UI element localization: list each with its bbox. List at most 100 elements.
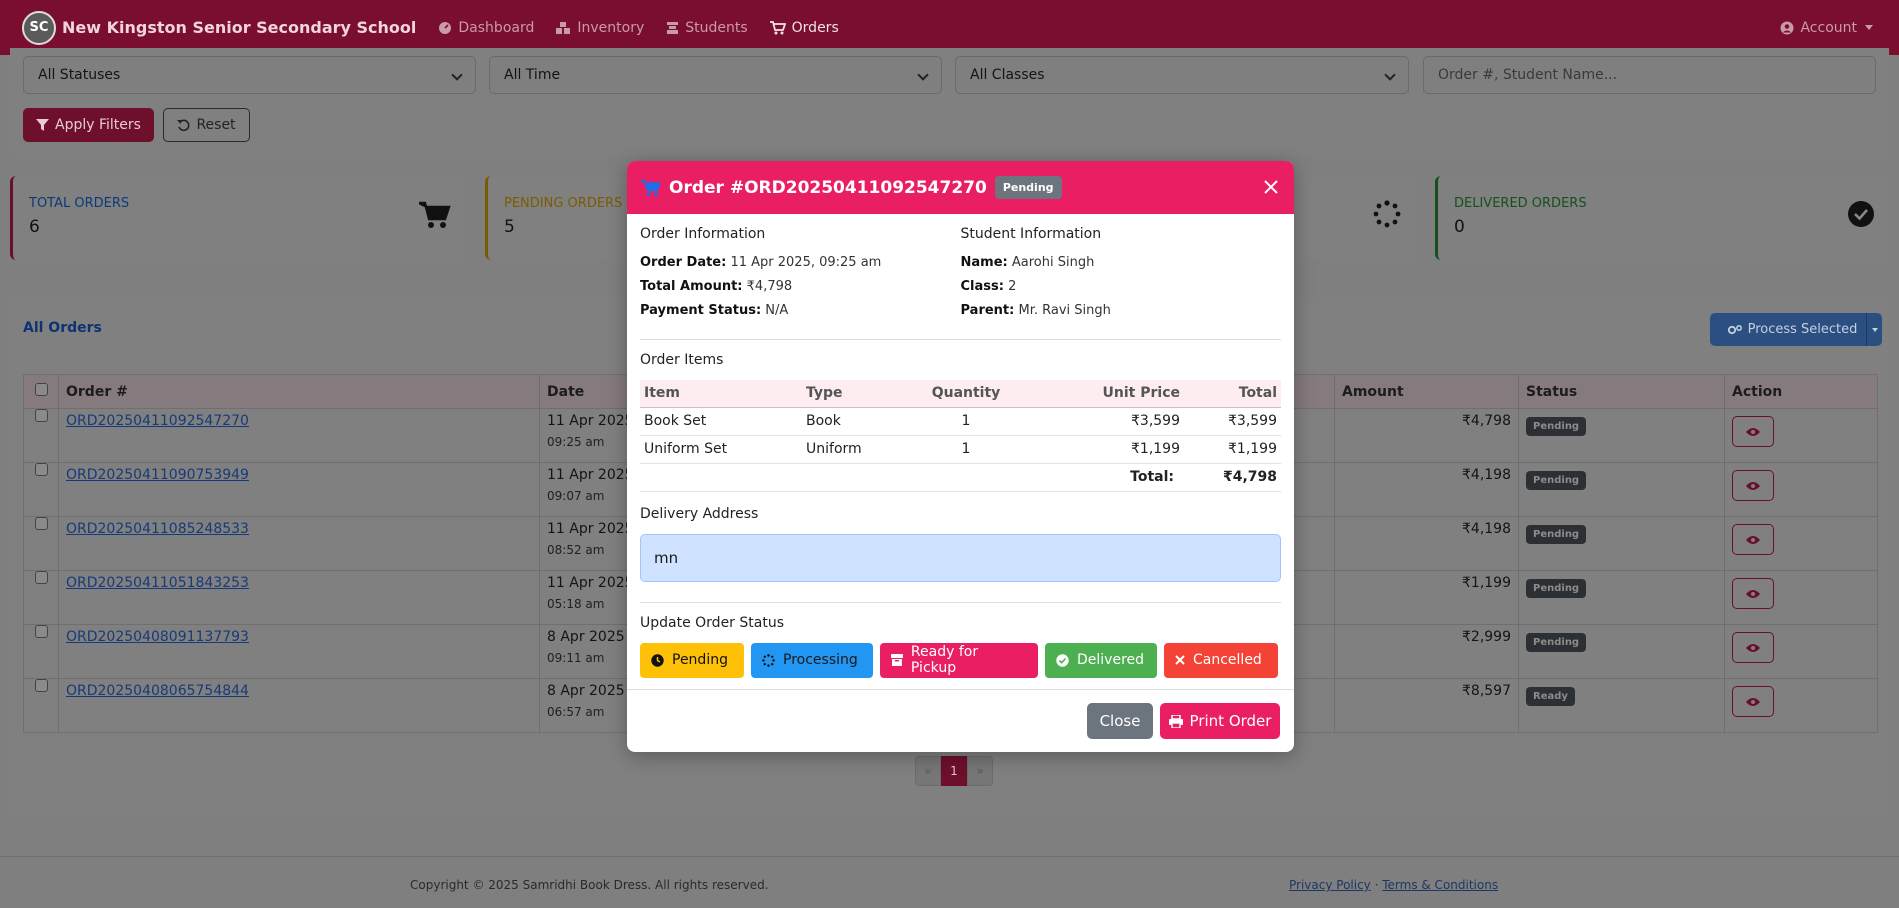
col-unit-price: Unit Price	[1010, 380, 1184, 408]
view-order-button[interactable]	[1732, 632, 1774, 663]
order-cell: ORD20250408091137793	[58, 624, 540, 679]
status-ready-button[interactable]: Ready for Pickup	[880, 642, 1038, 678]
item-unit-price: ₹3,599	[1010, 407, 1184, 436]
view-order-button[interactable]	[1732, 578, 1774, 609]
status-filter-select[interactable]: All Statuses	[23, 56, 476, 94]
row-checkbox[interactable]	[34, 571, 48, 584]
account-label: Account	[1800, 19, 1857, 36]
nav-orders[interactable]: Orders	[769, 20, 839, 36]
row-checkbox[interactable]	[34, 409, 48, 422]
students-icon	[667, 21, 679, 34]
eye-icon	[1746, 697, 1760, 706]
close-button[interactable]: Close	[1087, 703, 1153, 739]
apply-filters-button[interactable]: Apply Filters	[23, 108, 154, 142]
check-circle-icon	[1848, 201, 1874, 227]
order-info-title: Order Information	[640, 226, 766, 242]
nav-students[interactable]: Students	[666, 19, 748, 36]
chevron-down-icon	[1871, 327, 1878, 332]
eye-icon	[1746, 589, 1760, 598]
status-badge: Pending	[1526, 471, 1587, 490]
status-button-group: Pending Processing Ready for Pickup Deli…	[640, 642, 1281, 678]
item-row: Book Set Book 1 ₹3,599 ₹3,599	[640, 407, 1281, 436]
pager-next[interactable]: »	[967, 756, 993, 786]
items-total-row: Total: ₹4,798	[640, 463, 1281, 492]
search-input[interactable]: Order #, Student Name...	[1423, 56, 1876, 94]
order-link[interactable]: ORD20250411085248533	[66, 521, 249, 537]
status-delivered-label: Delivered	[1077, 652, 1145, 668]
undo-icon	[177, 119, 190, 131]
order-details-modal: Order #ORD20250411092547270 Pending Orde…	[627, 161, 1294, 752]
item-type: Book	[802, 407, 922, 436]
row-checkbox[interactable]	[34, 625, 48, 638]
school-logo[interactable]: SC	[22, 10, 56, 45]
select-all-checkbox[interactable]	[34, 383, 48, 396]
status-cancelled-button[interactable]: Cancelled	[1164, 642, 1278, 678]
row-checkbox[interactable]	[34, 517, 48, 530]
divider	[640, 339, 1281, 340]
status-ready-label: Ready for Pickup	[910, 644, 979, 676]
chevron-down-icon	[1384, 69, 1396, 81]
box-icon	[891, 654, 903, 666]
order-items-table: Item Type Quantity Unit Price Total Book…	[640, 380, 1281, 492]
student-info: Student Information Name: Aarohi Singh C…	[961, 226, 1282, 323]
item-total: ₹3,599	[1184, 407, 1281, 436]
view-order-button[interactable]	[1732, 470, 1774, 501]
all-orders-tab[interactable]: All Orders	[23, 320, 102, 336]
order-cell: ORD20250411085248533	[58, 516, 540, 571]
cart-icon	[769, 20, 786, 34]
process-dropdown-toggle[interactable]	[1866, 313, 1882, 346]
nav-students-label: Students	[685, 19, 748, 36]
status-cancelled-label: Cancelled	[1193, 652, 1262, 668]
close-icon[interactable]	[1262, 178, 1280, 196]
nav-dashboard[interactable]: Dashboard	[438, 20, 534, 36]
status-processing-button[interactable]: Processing	[751, 642, 873, 678]
total-value: ₹4,798	[1184, 463, 1281, 492]
time-filter-select[interactable]: All Time	[489, 56, 942, 94]
item-name: Book Set	[640, 407, 802, 436]
student-name-row: Name: Aarohi Singh	[961, 251, 1282, 275]
pager-page-1[interactable]: 1	[941, 756, 967, 786]
privacy-policy-link[interactable]: Privacy Policy	[1289, 878, 1371, 892]
pager-prev[interactable]: «	[915, 756, 941, 786]
order-cell: ORD20250411051843253	[58, 570, 540, 625]
row-checkbox[interactable]	[34, 679, 48, 692]
order-link[interactable]: ORD20250408091137793	[66, 629, 249, 645]
order-link[interactable]: ORD20250411090753949	[66, 467, 249, 483]
order-link[interactable]: ORD20250408065754844	[66, 683, 249, 699]
row-select-cell	[23, 624, 59, 679]
order-cell: ORD20250408065754844	[58, 678, 540, 733]
view-order-button[interactable]	[1732, 416, 1774, 447]
col-quantity: Quantity	[922, 380, 1010, 408]
reset-button[interactable]: Reset	[163, 108, 250, 142]
order-link[interactable]: ORD20250411051843253	[66, 575, 249, 591]
class-filter-select[interactable]: All Classes	[955, 56, 1409, 94]
row-checkbox[interactable]	[34, 463, 48, 476]
col-total: Total	[1184, 380, 1281, 408]
view-order-button[interactable]	[1732, 686, 1774, 717]
order-link[interactable]: ORD20250411092547270	[66, 413, 249, 429]
reset-label: Reset	[196, 117, 236, 133]
pagination: « 1 »	[915, 756, 993, 786]
status-delivered-button[interactable]: Delivered	[1045, 642, 1157, 678]
order-date: 8 Apr 2025	[547, 683, 625, 699]
info-value: 2	[1008, 279, 1017, 294]
amount-cell: ₹4,198	[1334, 462, 1519, 517]
col-order: Order #	[58, 374, 540, 409]
stat-value: 0	[1454, 217, 1465, 237]
status-processing-label: Processing	[783, 652, 858, 668]
filter-card: All Statuses All Time All Classes Order …	[10, 48, 1889, 156]
print-order-button[interactable]: Print Order	[1160, 703, 1280, 739]
brand-name[interactable]: New Kingston Senior Secondary School	[62, 18, 416, 37]
parent-row: Parent: Mr. Ravi Singh	[961, 299, 1282, 323]
order-items-title: Order Items	[640, 352, 724, 368]
view-order-button[interactable]	[1732, 524, 1774, 555]
check-circle-icon	[1056, 653, 1069, 667]
terms-link[interactable]: Terms & Conditions	[1382, 878, 1498, 892]
status-badge: Pending	[1526, 417, 1587, 436]
process-selected-button[interactable]: Process Selected	[1710, 313, 1875, 346]
items-header-row: Item Type Quantity Unit Price Total	[640, 380, 1281, 408]
col-type: Type	[802, 380, 922, 408]
status-pending-button[interactable]: Pending	[640, 642, 744, 678]
nav-inventory[interactable]: Inventory	[556, 20, 644, 36]
account-menu[interactable]: Account	[1780, 0, 1873, 55]
